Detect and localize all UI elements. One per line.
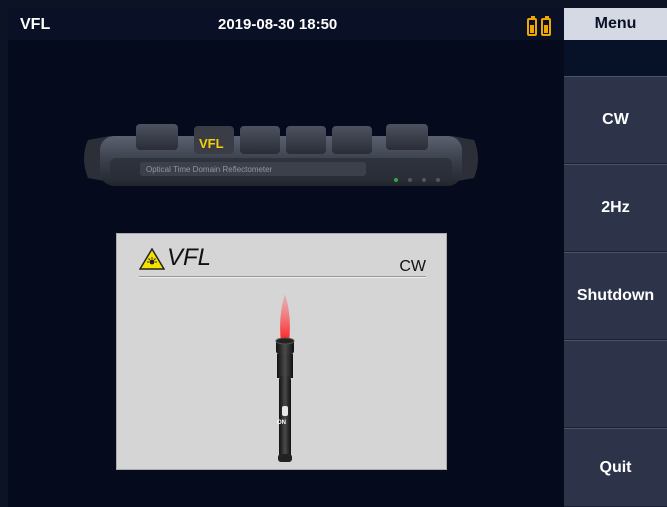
datetime: 2019-08-30 18:50 xyxy=(218,16,338,33)
battery-icon xyxy=(527,16,537,36)
cw-button[interactable]: CW xyxy=(564,76,667,164)
softkey-sidebar: Menu CW 2Hz Shutdown Quit xyxy=(564,8,667,507)
device-subtitle: Optical Time Domain Reflectometer xyxy=(146,165,273,174)
laser-warning-icon xyxy=(139,248,165,270)
shutdown-button[interactable]: Shutdown xyxy=(564,252,667,340)
pen-on-label: ON xyxy=(277,420,286,426)
quit-button[interactable]: Quit xyxy=(564,428,667,507)
vfl-pen-image xyxy=(275,294,295,462)
app-window: VFL 2019-08-30 18:50 VFL Optical Time Do… xyxy=(0,0,667,507)
page-title: VFL xyxy=(20,16,51,33)
divider xyxy=(139,276,426,278)
status-bar: VFL 2019-08-30 18:50 xyxy=(8,8,564,40)
blank-softkey[interactable] xyxy=(564,340,667,428)
vfl-panel: VFL CW ON xyxy=(116,233,447,470)
vfl-mode-status: CW xyxy=(399,258,426,275)
menu-header: Menu xyxy=(564,8,667,40)
menu-spacer xyxy=(564,40,667,76)
battery-icon xyxy=(541,16,551,36)
device-tab-label: VFL xyxy=(199,136,224,151)
vfl-title: VFL xyxy=(167,244,212,271)
2hz-button[interactable]: 2Hz xyxy=(564,164,667,252)
otdr-device-image xyxy=(84,124,478,186)
